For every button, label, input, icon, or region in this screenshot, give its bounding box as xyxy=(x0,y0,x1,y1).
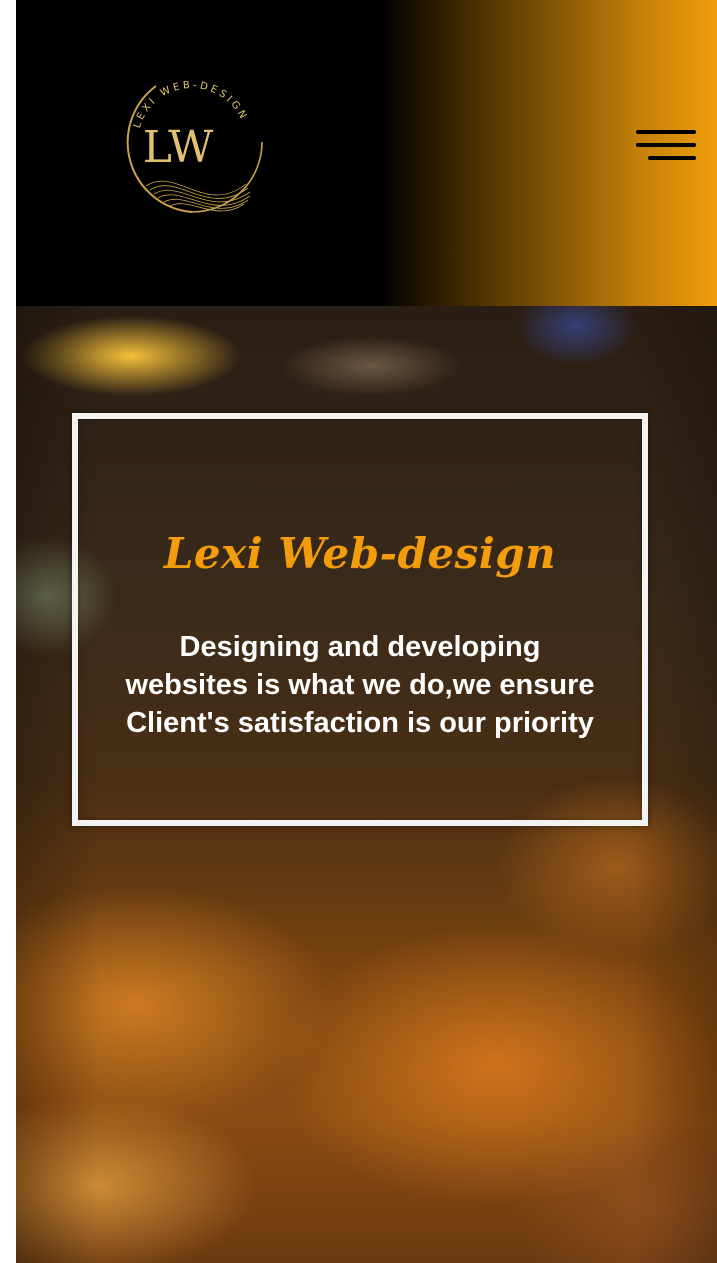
hamburger-menu-icon[interactable] xyxy=(635,127,697,163)
svg-text:LW: LW xyxy=(143,122,214,173)
hero-section: Lexi Web-design Designing and developing… xyxy=(16,306,717,1263)
menu-bar-top xyxy=(636,130,696,134)
menu-bar-middle xyxy=(636,143,696,147)
hero-title: Lexi Web-design xyxy=(163,529,557,579)
hero-frame: Lexi Web-design Designing and developing… xyxy=(72,413,648,826)
site-logo[interactable]: LEXI WEB-DESIGN LW xyxy=(116,66,268,218)
menu-bar-bottom xyxy=(648,156,696,160)
site-header: LEXI WEB-DESIGN LW xyxy=(16,0,717,306)
hero-tagline: Designing and developing websites is wha… xyxy=(125,631,595,739)
logo-circle-icon: LEXI WEB-DESIGN LW xyxy=(126,80,263,213)
page: LEXI WEB-DESIGN LW Lexi Web-design Desig… xyxy=(0,0,717,1263)
